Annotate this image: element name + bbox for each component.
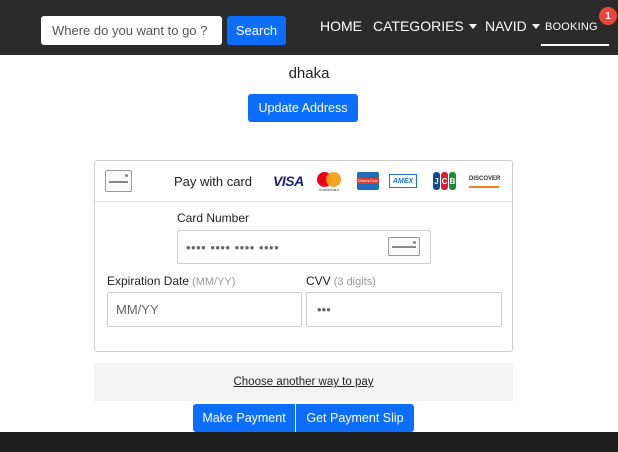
credit-card-icon	[388, 237, 420, 256]
nav-user-dropdown[interactable]: NAVID	[485, 18, 540, 34]
visa-logo-icon: VISA	[273, 173, 304, 189]
update-address-button[interactable]: Update Address	[248, 94, 358, 122]
discover-logo-icon: DISCOVER	[469, 176, 500, 188]
nav-home-label: HOME	[320, 18, 362, 34]
card-number-label: Card Number	[177, 211, 250, 225]
cvv-hint: (3 digits)	[333, 276, 376, 288]
nav-booking-link[interactable]: BOOKING	[545, 21, 598, 33]
page-footer	[0, 432, 618, 452]
alternate-payment-section: Choose another way to pay	[94, 363, 513, 401]
choose-another-payment-link[interactable]: Choose another way to pay	[94, 376, 513, 388]
chevron-down-icon	[531, 23, 540, 29]
make-payment-button[interactable]: Make Payment	[193, 404, 295, 432]
active-nav-underline	[541, 44, 609, 46]
expiration-date-input[interactable]	[107, 292, 302, 327]
chevron-down-icon	[468, 23, 477, 29]
nav-home-link[interactable]: HOME	[320, 18, 362, 34]
delivery-address: dhaka	[288, 65, 330, 82]
jcb-logo-icon: J C B	[433, 172, 457, 190]
amex-logo-icon: AMEX	[389, 174, 417, 188]
cvv-label: CVV (3 digits)	[306, 274, 376, 288]
get-payment-slip-button[interactable]: Get Payment Slip	[296, 404, 414, 432]
card-payment-header: Pay with card VISA mastercard DinersClub…	[95, 161, 512, 202]
credit-card-icon	[105, 170, 132, 192]
diners-club-logo-icon: DinersClub	[357, 172, 379, 190]
nav-categories-label: CATEGORIES	[373, 18, 464, 34]
nav-categories-dropdown[interactable]: CATEGORIES	[373, 18, 477, 34]
top-navbar: Search HOME CATEGORIES NAVID BOOKING 1	[0, 0, 618, 55]
search-button[interactable]: Search	[227, 16, 286, 45]
mastercard-logo-icon: mastercard	[317, 170, 343, 192]
pay-with-card-label: Pay with card	[174, 174, 253, 189]
booking-count-badge: 1	[599, 7, 617, 25]
nav-user-label: NAVID	[485, 18, 527, 34]
nav-booking-label: BOOKING	[545, 21, 598, 33]
expiration-date-label: Expiration Date (MM/YY)	[107, 274, 236, 288]
expiration-date-hint: (MM/YY)	[192, 276, 236, 288]
card-payment-form: Pay with card VISA mastercard DinersClub…	[94, 160, 513, 352]
cvv-input[interactable]	[306, 292, 502, 327]
search-input[interactable]	[41, 16, 222, 45]
